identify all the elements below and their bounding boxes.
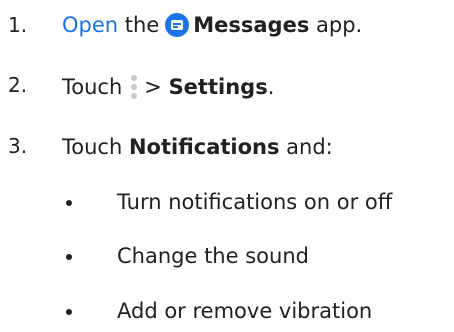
step-text: Open the Messages app. xyxy=(62,12,362,38)
step-text-fragment: app. xyxy=(309,13,363,37)
notifications-target: Notifications xyxy=(128,135,280,159)
separator: > xyxy=(144,75,169,99)
step-text-fragment: Touch xyxy=(62,135,129,159)
bullet-point xyxy=(66,200,72,206)
app-name: Messages xyxy=(193,13,310,37)
more-options-icon xyxy=(130,74,138,100)
open-app-link[interactable]: Open xyxy=(62,12,118,38)
step-text-fragment: Touch xyxy=(62,75,123,99)
step-number: 3. xyxy=(8,134,28,158)
bullet-text: Turn notifications on or off xyxy=(117,190,393,214)
bullet-point xyxy=(66,309,72,315)
step-text-fragment: and: xyxy=(279,135,333,159)
step-text-fragment: the xyxy=(118,13,160,37)
step-number: 2. xyxy=(8,73,28,97)
bullet-point xyxy=(66,254,72,260)
messages-app-icon xyxy=(165,13,190,37)
bullet-text: Add or remove vibration xyxy=(117,299,373,323)
bullet-text: Change the sound xyxy=(117,244,309,268)
settings-target: Settings xyxy=(168,75,268,99)
step-number: 1. xyxy=(8,13,28,37)
step-text-fragment: . xyxy=(267,75,275,99)
step-text: Touch Notifications and: xyxy=(62,134,333,160)
step-text: Touch > Settings . xyxy=(62,74,274,100)
